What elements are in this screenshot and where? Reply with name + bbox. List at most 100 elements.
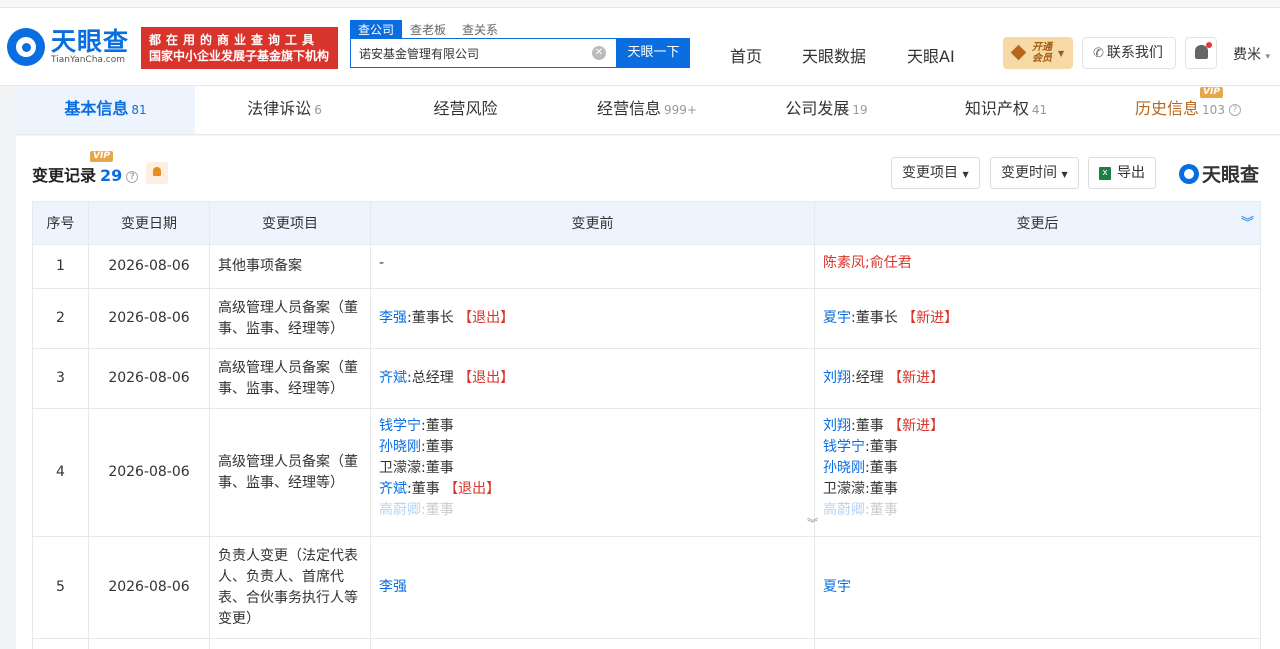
brand-watermark: 天眼查 — [1179, 160, 1259, 187]
change-record-panel: VIP 变更记录 29? 变更项目 ▼ 变更时间 ▼ x 导出 天眼查 序号 变更日… — [16, 136, 1280, 649]
help-icon[interactable]: ? — [126, 170, 139, 183]
person-link[interactable]: 刘翔 — [823, 370, 851, 386]
user-menu[interactable]: 费米 ▾ — [1233, 44, 1270, 64]
cell-no: 4 — [32, 408, 89, 537]
person-link[interactable]: 齐斌 — [379, 370, 407, 386]
expand-more-icon[interactable]: ︾ — [807, 513, 818, 534]
person-link[interactable]: 高蔚卿 — [379, 502, 421, 518]
tab-history[interactable]: 历史信息 103? VIP — [1096, 86, 1280, 134]
cell-no: 1 — [32, 244, 89, 289]
table-header-row: 序号 变更日期 变更项目 变更前 变更后 ︾ — [32, 201, 1261, 245]
logo-domain: TianYanCha.com — [51, 55, 126, 65]
open-vip-button[interactable]: 开通会员 ▼ — [1003, 37, 1073, 69]
user-name: 费米 — [1233, 47, 1261, 63]
help-icon[interactable]: ? — [1228, 103, 1241, 116]
list-item: 高蔚卿:董事 — [379, 500, 806, 521]
tab-count: 103 — [1202, 103, 1225, 117]
search-button[interactable]: 天眼一下 — [617, 38, 690, 68]
person-role: :董事长 — [851, 310, 898, 326]
col-header-date: 变更日期 — [88, 201, 210, 245]
exit-tag: 【退出】 — [444, 481, 501, 497]
section-title-text: 变更记录 — [32, 166, 97, 185]
nav-ai[interactable]: 天眼AI — [907, 43, 955, 67]
filter-change-item[interactable]: 变更项目 ▼ — [891, 157, 980, 189]
search-input[interactable] — [351, 39, 581, 67]
table-row: 3 2026-08-06 高级管理人员备案（董事、监事、经理等） 齐斌:总经理 … — [32, 348, 1261, 409]
cell-item: 高级管理人员备案（董事、监事、经理等） — [209, 348, 371, 409]
list-item: 钱学宁:董事 — [823, 437, 1252, 458]
col-header-before: 变更前 — [370, 201, 815, 245]
tab-label: 基本信息 — [64, 99, 129, 118]
cell-date: 2026-08-06 — [88, 536, 210, 639]
tab-development[interactable]: 公司发展 19 — [737, 86, 916, 134]
person-link[interactable]: 钱学宁 — [379, 418, 421, 434]
subscribe-bell-icon[interactable] — [146, 162, 168, 184]
person-link[interactable]: 李强 — [379, 310, 407, 326]
list-item: 钱学宁:董事 — [379, 416, 806, 437]
cell-no: 2 — [32, 288, 89, 349]
person-link[interactable]: 刘翔 — [823, 418, 851, 434]
tab-ip[interactable]: 知识产权 41 — [916, 86, 1096, 134]
slogan-line-1: 都在用的商业查询工具 — [149, 33, 320, 47]
contact-us-button[interactable]: ✆ 联系我们 — [1082, 37, 1176, 69]
cell-date: 2026-08-06 — [88, 244, 210, 289]
filter-change-item-label: 变更项目 — [902, 165, 958, 181]
tab-count: 999+ — [664, 103, 697, 117]
person-link[interactable]: 孙晓刚 — [823, 460, 865, 476]
search-box: ✕ — [350, 38, 617, 68]
search-tab-company[interactable]: 查公司 — [350, 20, 403, 40]
person-role: :总经理 — [407, 370, 454, 386]
tab-label: 法律诉讼 — [247, 99, 312, 118]
cell-empty — [814, 638, 1261, 649]
caret-down-icon: ▼ — [1061, 170, 1068, 179]
notification-dot — [1206, 42, 1212, 48]
col-header-after-label: 变更后 — [1016, 216, 1059, 232]
cell-before[interactable]: 李强 — [370, 536, 815, 639]
site-logo[interactable]: 天眼查 TianYanCha.com — [7, 28, 129, 66]
person-name: 卫濛濛 — [379, 460, 421, 476]
person-role: :董事 — [865, 481, 898, 497]
export-button[interactable]: x 导出 — [1088, 157, 1156, 189]
person-link[interactable]: 钱学宁 — [823, 439, 865, 455]
person-link[interactable]: 夏宇 — [823, 310, 851, 326]
nav-data[interactable]: 天眼数据 — [802, 43, 866, 67]
filter-change-time[interactable]: 变更时间 ▼ — [990, 157, 1079, 189]
caret-down-icon: ▼ — [1058, 48, 1065, 58]
person-link[interactable]: 齐斌 — [379, 481, 407, 497]
col-header-no: 序号 — [32, 201, 89, 245]
person-link[interactable]: 孙晓刚 — [379, 439, 421, 455]
eye-logo-icon — [7, 28, 45, 66]
list-item: 刘翔:董事 【新进】 — [823, 416, 1252, 437]
tab-legal[interactable]: 法律诉讼 6 — [195, 86, 374, 134]
nav-home[interactable]: 首页 — [730, 43, 762, 67]
search-tab-relation[interactable]: 查关系 — [454, 20, 506, 40]
cell-no: 5 — [32, 536, 89, 639]
new-tag: 【新进】 — [888, 370, 945, 386]
tab-label: 公司发展 — [785, 99, 850, 118]
cell-before: 李强:董事长 【退出】 — [370, 288, 815, 349]
table-row: 4 2026-08-06 高级管理人员备案（董事、监事、经理等） 钱学宁:董事 … — [32, 408, 1261, 537]
tab-count: 41 — [1031, 103, 1048, 117]
cell-before: 齐斌:总经理 【退出】 — [370, 348, 815, 409]
person-link[interactable]: 高蔚卿 — [823, 502, 865, 518]
browser-top-strip — [0, 0, 1280, 8]
person-role: :经理 — [851, 370, 884, 386]
person-role: :董事长 — [407, 310, 454, 326]
tab-operation[interactable]: 经营信息 999+ — [557, 86, 737, 134]
table-row: 2 2026-08-06 高级管理人员备案（董事、监事、经理等） 李强:董事长 … — [32, 288, 1261, 349]
cell-item: 其他事项备案 — [209, 244, 371, 289]
tab-risk[interactable]: 经营风险 — [374, 86, 557, 134]
expand-all-icon[interactable]: ︾ — [1241, 212, 1254, 231]
tab-count: 81 — [131, 103, 147, 117]
diamond-icon — [1011, 45, 1027, 61]
clear-icon[interactable]: ✕ — [592, 46, 606, 60]
notification-button[interactable] — [1185, 37, 1217, 69]
list-item: 孙晓刚:董事 — [379, 437, 806, 458]
tab-basic-info[interactable]: 基本信息 81 — [16, 86, 195, 134]
search-tab-boss[interactable]: 查老板 — [402, 20, 454, 40]
cell-after[interactable]: 夏宇 — [814, 536, 1261, 639]
cell-date: 2026-08-06 — [88, 408, 210, 537]
list-item: 卫濛濛:董事 — [379, 458, 806, 479]
cell-after: 陈素凤;俞任君 — [814, 244, 1261, 289]
person-role: :董事 — [851, 418, 884, 434]
